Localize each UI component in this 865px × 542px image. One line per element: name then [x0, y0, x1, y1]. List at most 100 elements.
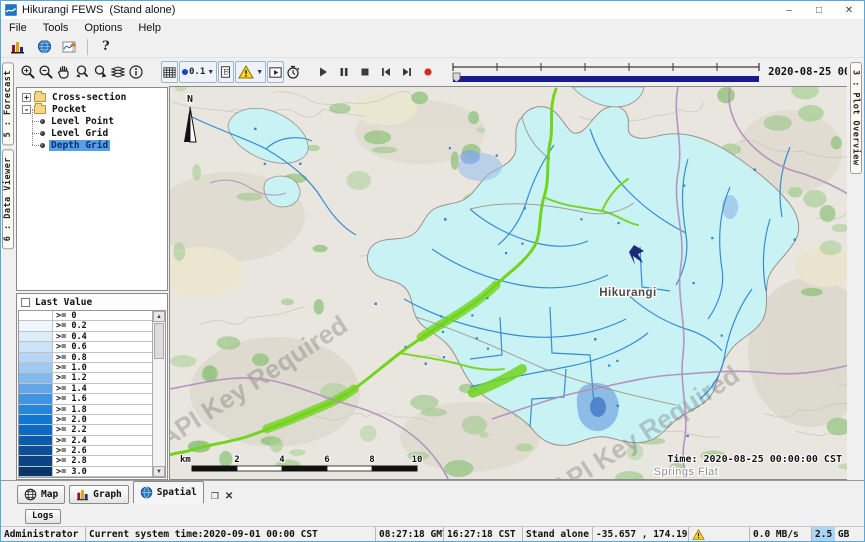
legend-class-row[interactable]: >= 1.4	[19, 384, 165, 394]
scrollbar-thumb[interactable]	[154, 323, 164, 359]
zoom-in-icon[interactable]	[19, 61, 37, 83]
layers-icon[interactable]	[109, 61, 127, 83]
zoom-next-icon[interactable]	[91, 61, 109, 83]
legend-class-label: >= 0	[53, 311, 76, 320]
legend-class-row[interactable]: >= 0.2	[19, 321, 165, 331]
svg-text:6: 6	[324, 455, 329, 465]
explorer-icon[interactable]	[9, 38, 27, 56]
svg-text:E: E	[224, 69, 229, 77]
legend-class-row[interactable]: >= 1.8	[19, 405, 165, 415]
legend-color-swatch	[19, 456, 53, 465]
go-to-start-button[interactable]	[377, 64, 394, 81]
close-panel-icon[interactable]: ✕	[225, 491, 233, 502]
record-button[interactable]	[419, 64, 436, 81]
legend-class-label: >= 2.4	[53, 436, 87, 445]
svg-text:2: 2	[234, 455, 239, 465]
bullet-icon	[40, 131, 45, 136]
legend-class-row[interactable]: >= 2.4	[19, 436, 165, 446]
info-icon[interactable]	[127, 61, 145, 83]
close-button[interactable]: ✕	[834, 1, 864, 19]
go-to-end-button[interactable]	[398, 64, 415, 81]
legend-class-row[interactable]: >= 1.6	[19, 394, 165, 404]
pause-button[interactable]	[335, 64, 352, 81]
menu-tools[interactable]: Tools	[35, 21, 77, 35]
legend-class-row[interactable]: >= 3.2	[19, 477, 165, 478]
legend-class-row[interactable]: >= 2.2	[19, 425, 165, 435]
menu-options[interactable]: Options	[76, 21, 130, 35]
legend-class-row[interactable]: >= 1.2	[19, 373, 165, 383]
last-value-checkbox[interactable]	[21, 298, 30, 307]
bullet-icon	[40, 119, 45, 124]
legend-class-row[interactable]: >= 2.0	[19, 415, 165, 425]
legend-class-row[interactable]: >= 0.6	[19, 342, 165, 352]
area-label: Springs Flat	[654, 466, 719, 478]
tab-plot-overview[interactable]: 3 : Plot Overview	[850, 62, 862, 174]
legend-class-label: >= 2.2	[53, 425, 87, 434]
legend-class-label: >= 2.6	[53, 446, 87, 455]
panel-tab-map[interactable]: Map	[17, 485, 65, 504]
warning-triangle-icon	[692, 529, 705, 540]
tree-connector	[27, 115, 40, 127]
legend-class-row[interactable]: >= 3.0	[19, 467, 165, 477]
legend-class-row[interactable]: >= 1.0	[19, 363, 165, 373]
spatial-display-icon[interactable]	[35, 38, 53, 56]
legend-class-row[interactable]: >= 0.4	[19, 332, 165, 342]
warning-triangle-icon	[238, 65, 254, 79]
title-bar: Hikurangi FEWS (Stand alone) – □ ✕	[1, 1, 864, 19]
help-button[interactable]: ?	[102, 39, 110, 54]
contour-threshold-dropdown[interactable]: 0.1 ▼	[179, 61, 217, 83]
folder-icon	[34, 93, 46, 102]
data-viewer-panel: +Cross-section-PocketLevel PointLevel Gr…	[15, 86, 169, 480]
tree-node-level-point[interactable]: Level Point	[21, 115, 167, 127]
panel-tab-spatial[interactable]: Spatial	[133, 481, 204, 504]
labels-button[interactable]: E	[218, 61, 234, 83]
scale-bar-segments	[192, 466, 417, 471]
legend-scrollbar[interactable]: ▲ ▼	[152, 311, 165, 477]
menu-help[interactable]: Help	[130, 21, 169, 35]
status-coordinates: -35.657 , 174.199	[592, 527, 688, 541]
undock-panel-icon[interactable]: ❒	[211, 491, 219, 502]
app-logo-icon	[5, 4, 17, 16]
legend-class-label: >= 1.0	[53, 363, 87, 372]
tree-node-depth-grid[interactable]: Depth Grid	[21, 139, 167, 151]
zoom-previous-icon[interactable]	[73, 61, 91, 83]
minimize-button[interactable]: –	[774, 1, 804, 19]
tree-expander-icon[interactable]: -	[22, 105, 31, 114]
bar-chart-icon	[76, 488, 89, 501]
toolbar-separator	[87, 39, 88, 55]
legend-class-row[interactable]: >= 2.8	[19, 456, 165, 466]
tab-forecast[interactable]: 5 : Forecast	[2, 62, 14, 145]
tree-node-level-grid[interactable]: Level Grid	[21, 127, 167, 139]
grid-display-button[interactable]	[161, 61, 178, 83]
globe-wire-icon	[24, 488, 37, 501]
panel-tab-graph[interactable]: Graph	[69, 485, 129, 504]
tree-node-pocket[interactable]: -Pocket	[21, 103, 167, 115]
legend-class-row[interactable]: >= 0.8	[19, 353, 165, 363]
scroll-up-icon[interactable]: ▲	[153, 311, 165, 322]
timeline-slider[interactable]	[450, 59, 762, 85]
status-alerts[interactable]	[688, 527, 749, 541]
pan-hand-icon[interactable]	[55, 61, 73, 83]
map-canvas[interactable]: API Key Required API Key Required	[169, 86, 847, 480]
tree-expander-icon[interactable]: +	[22, 93, 31, 102]
legend-class-row[interactable]: >= 2.6	[19, 446, 165, 456]
tab-data-viewer[interactable]: 6 : Data Viewer	[2, 149, 14, 249]
map-toolbar: 0.1 ▼ E ▼	[15, 58, 847, 86]
zoom-out-icon[interactable]	[37, 61, 55, 83]
app-window: Hikurangi FEWS (Stand alone) – □ ✕ FileT…	[0, 0, 865, 542]
legend-class-row[interactable]: >= 0	[19, 311, 165, 321]
scroll-down-icon[interactable]: ▼	[153, 466, 165, 477]
tree-node-cross-section[interactable]: +Cross-section	[21, 91, 167, 103]
maximize-button[interactable]: □	[804, 1, 834, 19]
globe-blue-icon	[140, 486, 153, 499]
panel-tab-label: Map	[41, 489, 58, 500]
stop-button[interactable]	[356, 64, 373, 81]
thresholds-warning-dropdown[interactable]: ▼	[235, 61, 266, 83]
legend-class-label: >= 1.6	[53, 394, 87, 403]
menu-file[interactable]: File	[1, 21, 35, 35]
timer-icon[interactable]	[284, 61, 302, 83]
logs-button[interactable]: Logs	[25, 509, 61, 524]
animation-button[interactable]	[267, 61, 284, 83]
play-button[interactable]	[314, 64, 331, 81]
timeseries-dialog-icon[interactable]	[61, 38, 79, 56]
